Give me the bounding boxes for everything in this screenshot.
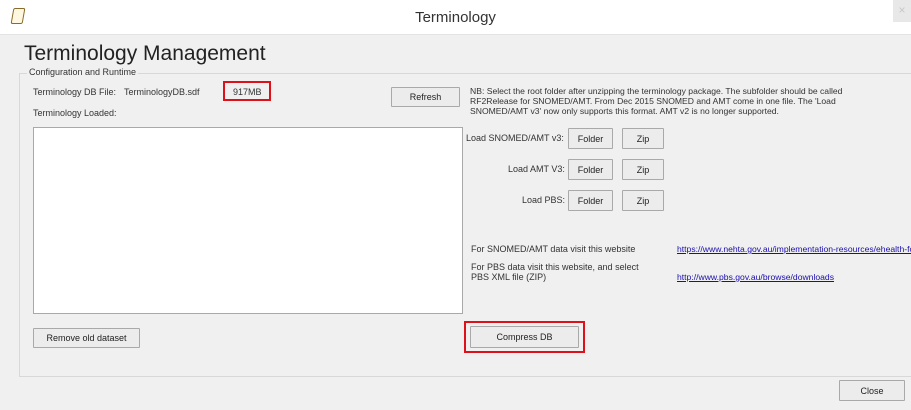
close-button[interactable]: Close: [839, 380, 905, 401]
db-file-label: Terminology DB File:: [33, 87, 117, 97]
import-note: NB: Select the root folder after unzippi…: [470, 86, 843, 116]
compress-db-button[interactable]: Compress DB: [470, 326, 579, 348]
log-output-area[interactable]: [33, 127, 463, 314]
load-snomed-label: Load SNOMED/AMT v3:: [466, 133, 564, 143]
page-title: Terminology Management: [24, 42, 266, 65]
load-amt-label: Load AMT V3:: [508, 164, 565, 174]
config-group-legend: Configuration and Runtime: [27, 67, 139, 77]
terminology-loaded-label: Terminology Loaded:: [33, 108, 117, 118]
db-size-value: 917MB: [233, 87, 262, 97]
refresh-button[interactable]: Refresh: [391, 87, 460, 107]
pbs-website-link[interactable]: http://www.pbs.gov.au/browse/downloads: [677, 272, 834, 282]
load-snomed-zip-button[interactable]: Zip: [622, 128, 664, 149]
snomed-visit-text: For SNOMED/AMT data visit this website: [471, 244, 636, 254]
close-icon[interactable]: ×: [893, 0, 911, 22]
pbs-visit-text-line2: PBS XML file (ZIP): [471, 272, 547, 282]
window-title: Terminology: [415, 9, 496, 26]
pbs-visit-text-line1: For PBS data visit this website, and sel…: [471, 262, 639, 272]
load-amt-folder-button[interactable]: Folder: [568, 159, 613, 180]
db-file-value: TerminologyDB.sdf: [124, 87, 200, 97]
load-pbs-folder-button[interactable]: Folder: [568, 190, 613, 211]
snomed-website-link[interactable]: https://www.nehta.gov.au/implementation-…: [677, 244, 911, 254]
remove-old-dataset-button[interactable]: Remove old dataset: [33, 328, 140, 348]
load-pbs-label: Load PBS:: [522, 195, 566, 205]
load-pbs-zip-button[interactable]: Zip: [622, 190, 664, 211]
load-snomed-folder-button[interactable]: Folder: [568, 128, 613, 149]
load-amt-zip-button[interactable]: Zip: [622, 159, 664, 180]
title-bar: Terminology ×: [0, 0, 911, 35]
